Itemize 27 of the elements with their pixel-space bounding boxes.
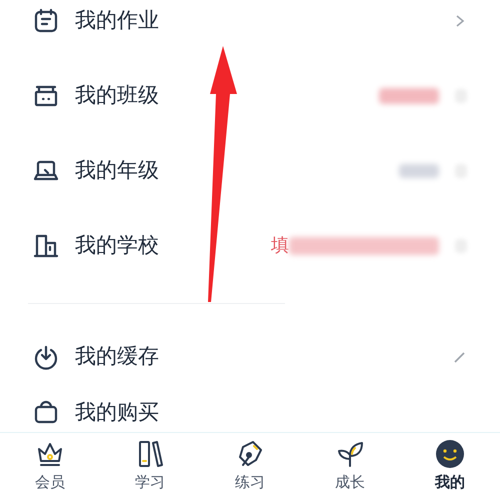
tab[interactable]: 练习 bbox=[200, 433, 300, 500]
leaf-icon bbox=[335, 439, 365, 470]
tab[interactable]: 学习 bbox=[100, 433, 200, 500]
menu-row[interactable]: 我的学校 填 bbox=[0, 208, 500, 283]
menu-row[interactable]: 我的班级 bbox=[0, 58, 500, 133]
menu-row[interactable]: 我的购买 bbox=[0, 394, 500, 430]
pencil-icon bbox=[453, 350, 467, 364]
menu-row[interactable]: 我的作业 bbox=[0, 0, 500, 58]
calendar-icon bbox=[33, 8, 59, 34]
menu-row[interactable]: 我的年级 bbox=[0, 133, 500, 208]
menu-label: 我的年级 bbox=[75, 156, 159, 184]
tab[interactable]: 我的 bbox=[400, 433, 500, 500]
blurred-value bbox=[399, 164, 439, 178]
menu-row[interactable]: 我的缓存 bbox=[0, 319, 500, 394]
building-icon bbox=[33, 232, 59, 258]
tab[interactable]: 会员 bbox=[0, 433, 100, 500]
smiley-avatar-icon bbox=[435, 439, 465, 470]
menu-label: 我的班级 bbox=[75, 82, 159, 109]
menu-label: 我的购买 bbox=[75, 399, 159, 425]
menu-label: 我的缓存 bbox=[75, 342, 159, 370]
bag-icon bbox=[33, 399, 59, 425]
tab[interactable]: 成长 bbox=[300, 433, 400, 500]
download-icon bbox=[33, 344, 59, 370]
menu-label: 我的作业 bbox=[75, 6, 159, 34]
menu-label: 我的学校 bbox=[75, 232, 159, 259]
blurred-value bbox=[379, 88, 439, 104]
prompt-text: 填 bbox=[271, 234, 289, 258]
